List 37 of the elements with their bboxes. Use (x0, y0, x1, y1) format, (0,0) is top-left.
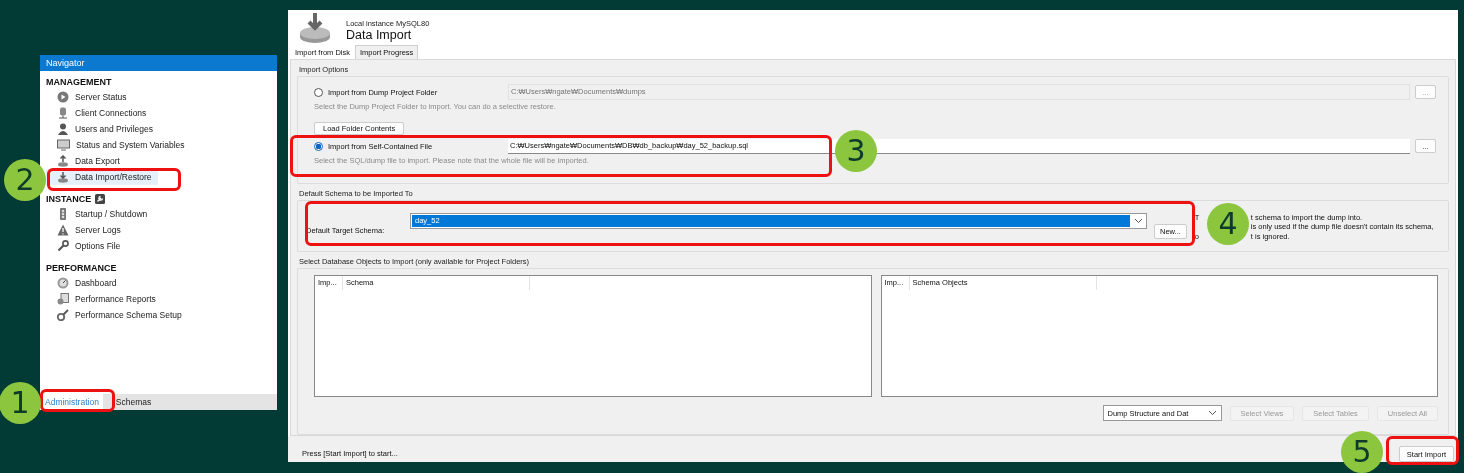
nav-item[interactable]: Client Connections (46, 105, 153, 121)
section-heading: PERFORMANCE (46, 262, 117, 273)
database-import-icon (298, 10, 332, 45)
nav-item[interactable]: Users and Privileges (46, 121, 159, 137)
nav-item[interactable]: Performance Reports (46, 291, 162, 307)
section-heading: MANAGEMENT (46, 76, 112, 87)
nav-item[interactable]: Server Status (46, 89, 133, 105)
chevron-down-icon (1207, 410, 1217, 416)
wrench-icon (57, 240, 69, 252)
play-icon (57, 91, 69, 103)
navigator-title: Navigator (40, 55, 277, 71)
nav-item[interactable]: Dashboard (46, 275, 123, 291)
wrench-icon[interactable] (95, 193, 106, 204)
navigator-tab[interactable]: Schemas (110, 394, 156, 410)
nav-item[interactable]: Server Logs (46, 222, 127, 238)
user-icon (57, 123, 69, 135)
nav-item[interactable]: Data Export (46, 153, 126, 169)
report-icon (57, 293, 69, 305)
nav-item[interactable]: Performance Schema Setup (46, 307, 188, 323)
navigator-tab[interactable]: Administration (40, 394, 103, 410)
database-icon (57, 107, 69, 119)
chevron-down-icon (1134, 218, 1143, 224)
gauge-icon (57, 277, 69, 289)
nav-item[interactable]: Startup / Shutdown (46, 206, 154, 222)
nav-item[interactable]: Options File (46, 238, 127, 254)
download-icon (57, 171, 69, 183)
radio-button[interactable] (314, 141, 323, 151)
nav-item[interactable]: Status and System Variables (46, 137, 191, 153)
page-title: Data Import (346, 28, 413, 42)
warning-icon (57, 224, 69, 236)
monitor-icon (57, 139, 70, 151)
traffic-light-icon (57, 208, 69, 220)
step-number: 1 (0, 382, 41, 424)
section-heading: INSTANCE (46, 193, 92, 204)
upload-icon (57, 155, 69, 167)
step-number: 2 (4, 159, 46, 201)
radio-button[interactable] (314, 87, 323, 97)
